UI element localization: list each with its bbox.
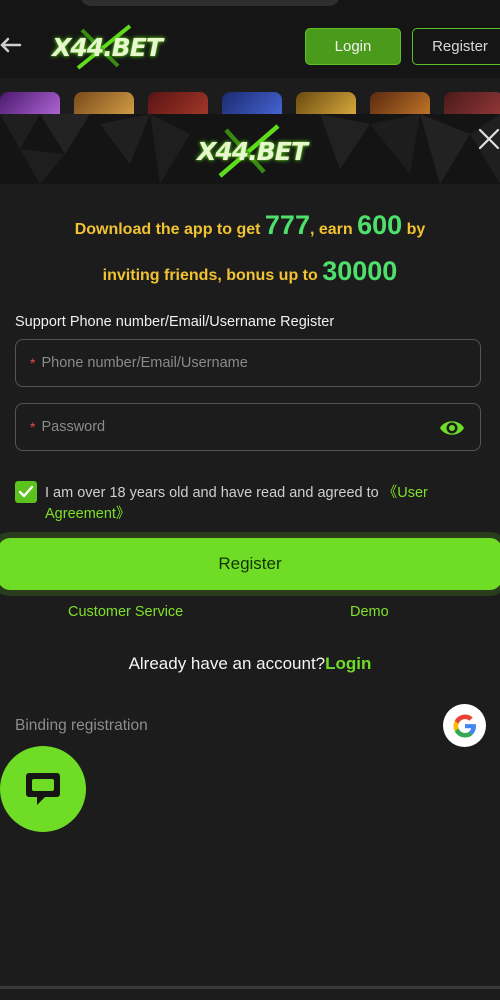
have-account-row: Already have an account?Login [0,654,500,674]
password-input[interactable] [41,419,402,435]
top-header: X44.BET Login Register [0,0,500,78]
google-login-button[interactable] [443,704,486,747]
logo-text: X44.BET [52,32,163,62]
binding-registration-label: Binding registration [15,717,148,734]
back-arrow-icon[interactable] [0,34,22,56]
username-input[interactable] [41,355,402,371]
promo-line-2: inviting friends, bonus up to 30000 [0,256,500,287]
game-thumbnail[interactable] [148,92,208,114]
required-mark: * [30,355,36,371]
agreement-checkbox[interactable] [15,481,37,503]
promo-line-1: Download the app to get 777, earn 600 by [0,210,500,241]
username-field[interactable]: * [15,339,481,387]
checkmark-icon [18,485,34,498]
game-thumbnail[interactable] [296,92,356,114]
status-pill [80,0,340,6]
required-mark: * [30,419,36,435]
chat-support-button[interactable] [0,746,86,832]
customer-service-link[interactable]: Customer Service [68,604,183,620]
modal-logo: X44.BET [192,122,312,180]
have-account-text: Already have an account? [128,654,326,673]
game-thumbnail[interactable] [0,92,60,114]
header-register-button[interactable]: Register [412,28,500,65]
game-thumbnail[interactable] [222,92,282,114]
password-field[interactable]: * [15,403,481,451]
header-login-button[interactable]: Login [305,28,401,65]
promo-text: by [402,221,426,238]
login-link[interactable]: Login [325,654,371,673]
close-icon[interactable] [476,126,500,152]
game-thumbnail-strip [0,92,500,114]
promo-number: 777 [264,210,310,240]
game-thumbnail[interactable] [370,92,430,114]
logo-text: X44.BET [197,136,308,166]
game-thumbnail[interactable] [74,92,134,114]
modal-banner: X44.BET [0,114,500,184]
register-modal: X44.BET Download the app to get 777, ear… [0,114,500,1000]
promo-number: 30000 [322,256,398,286]
demo-link[interactable]: Demo [350,604,389,620]
chat-bubble-icon [26,773,60,805]
register-heading: Support Phone number/Email/Username Regi… [15,314,335,330]
game-thumbnail[interactable] [444,92,500,114]
promo-text: Download the app to get [74,221,265,238]
agreement-statement: I am over 18 years old and have read and… [45,485,383,501]
promo-text: , earn [309,221,358,238]
promo-text: inviting friends, bonus up to [102,267,323,284]
promo-number: 600 [357,210,403,240]
google-icon [453,714,476,737]
eye-icon[interactable] [438,416,466,440]
bottom-divider [0,986,500,989]
register-button[interactable]: Register [0,538,500,590]
register-page: X44.BET Login Register X44.BET Download … [0,0,500,1000]
agreement-text: I am over 18 years old and have read and… [45,483,485,525]
site-logo[interactable]: X44.BET [52,22,163,72]
